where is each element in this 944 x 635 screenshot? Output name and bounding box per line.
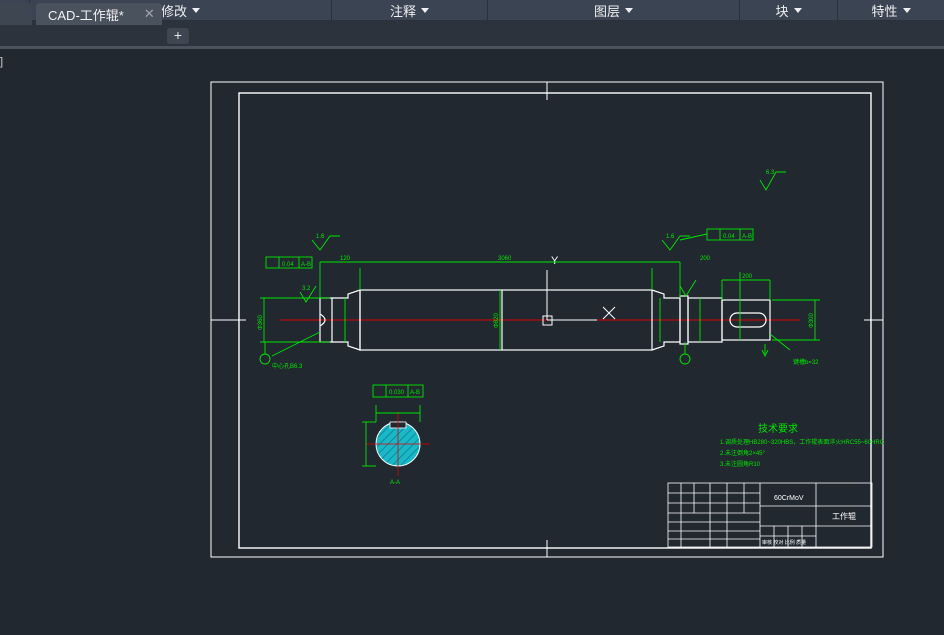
dim-right-len: 200 [700,256,711,262]
dim-left-len: 120 [340,256,351,262]
datum-left: A-B [301,262,311,268]
tolerance-left: 0.04 [282,262,294,268]
section-view: 0.030 A-B A-A [362,384,430,486]
title-block-signatures: 审核 校对 比例 质量 [762,539,806,546]
tech-req-title: 技术要求 [758,422,798,435]
roughness-right: 1.6 [666,234,675,240]
note-keyway: 键槽b=32 [793,358,819,366]
section-tolerance: 0.030 [389,390,405,396]
dim-dia-right: Φ300 [809,313,815,328]
note-center-hole: 中心孔B6.3 [272,362,303,370]
drawing-canvas[interactable]: Y 3060 120 200 200 Φ360 Φ820 Φ300 0.04 A… [0,0,944,635]
dimension-lines [259,171,820,365]
technical-requirements: 技术要求 1.调质处理HB280~320HBS，工作辊表面淬火HRC55~60H… [720,422,885,468]
title-block-material: 60CrMoV [774,495,804,502]
tech-req-item-3: 3.未注圆角R10 [720,460,761,468]
section-datum: A-B [410,390,420,396]
roughness-left: 1.6 [316,234,325,240]
ucs-icon [542,270,616,326]
roughness-neck: 3.2 [302,286,311,292]
tech-req-item-2: 2.未注倒角2×45° [720,449,766,457]
datum-right: A-B [742,234,752,240]
title-block-part-name: 工作辊 [832,511,856,521]
ucs-y-label: Y [551,255,559,267]
dim-dia-left: Φ360 [258,315,264,330]
tech-req-item-1: 1.调质处理HB280~320HBS，工作辊表面淬火HRC55~60HRC [720,438,885,446]
title-block-texts: 60CrMoV 工作辊 审核 校对 比例 质量 [762,495,856,546]
roughness-other: 6.3 [766,170,775,176]
dim-dia-body: Φ820 [494,313,500,328]
section-label: A-A [390,480,400,486]
tolerance-right: 0.04 [723,234,735,240]
dim-overall: 3060 [498,256,512,262]
dim-keyway-len: 200 [742,274,753,280]
